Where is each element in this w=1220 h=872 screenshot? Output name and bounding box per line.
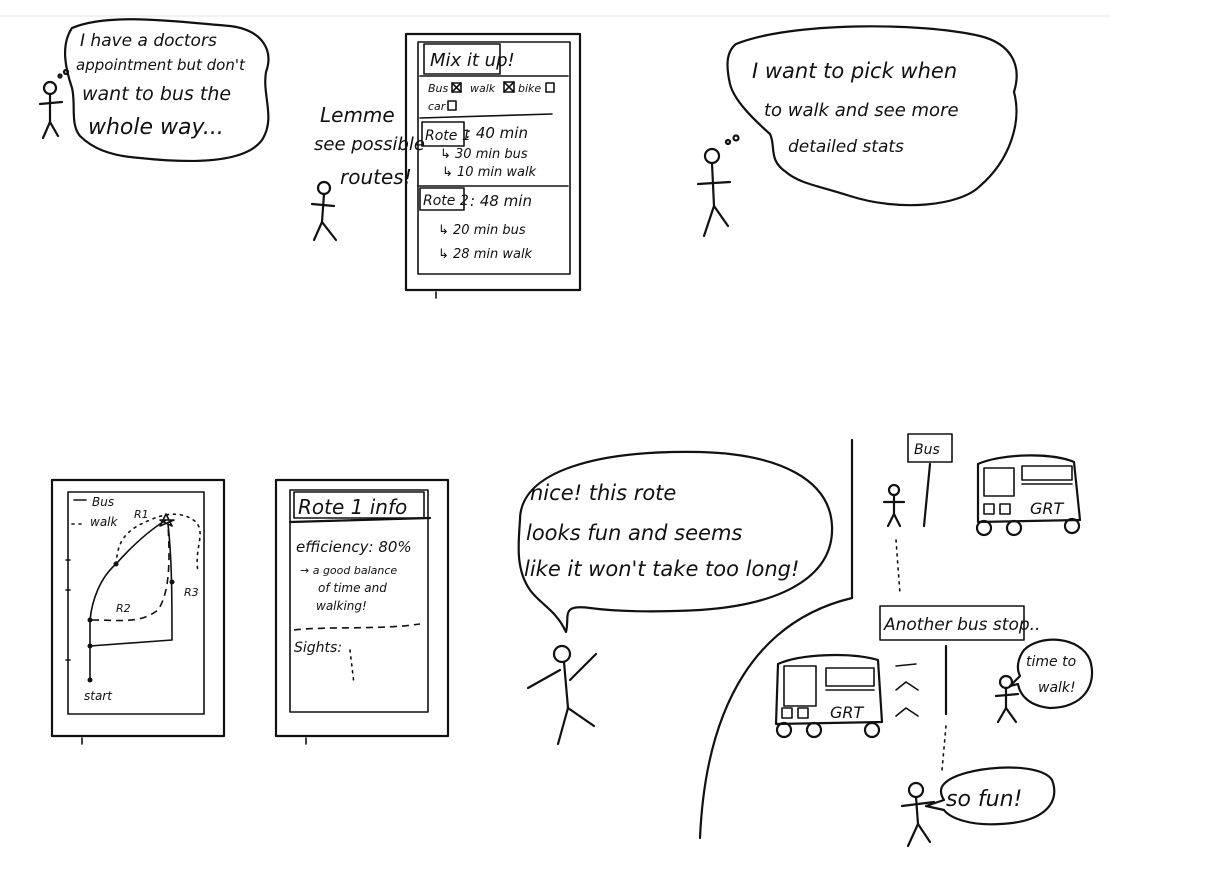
so-fun-label: so fun! (946, 787, 1022, 812)
speech-line: appointment but don't (76, 56, 246, 74)
route-1-detail: ↳ 30 min bus (440, 147, 528, 162)
storyboard-canvas: I have a doctors appointment but don't w… (0, 15, 1110, 848)
another-stop-label: Another bus stop.. (883, 615, 1040, 635)
legend-walk: walk (90, 515, 119, 529)
panel-border (698, 438, 854, 840)
panel-3: I want to pick when to walk and see more… (696, 25, 1018, 238)
bus-label: GRT (830, 703, 865, 722)
route-2-label: Rote 2 (423, 193, 469, 209)
stick-figure (882, 483, 906, 528)
efficiency-note: of time and (318, 581, 387, 595)
sights-label: Sights: (294, 640, 342, 656)
option-bike-label: bike (518, 82, 541, 95)
stick-figure (696, 134, 740, 238)
speech-bubble (1008, 638, 1094, 710)
route-info-title: Rote 1 info (298, 495, 407, 519)
route-1-total: : 40 min (466, 124, 528, 142)
route-1-detail: ↳ 10 min walk (442, 165, 537, 180)
map-legend: Bus walk (71, 495, 119, 529)
time-to-walk-line: walk! (1038, 680, 1076, 696)
panel-1: I have a doctors appointment but don't w… (38, 18, 270, 162)
bus-stop-sign: Bus (907, 433, 953, 528)
efficiency-stat: efficiency: 80% (296, 538, 412, 556)
panel-2: Lemme see possible routes! Mix it up! Bu… (310, 32, 582, 299)
thought-line: see possible (314, 134, 425, 155)
thought-line: Lemme (320, 103, 395, 127)
legend-bus: Bus (92, 495, 114, 509)
speech-line: whole way... (88, 115, 224, 140)
speech-line: I want to pick when (752, 59, 957, 83)
route-2-total: : 48 min (470, 192, 532, 210)
speech-line: want to bus the (82, 83, 231, 105)
car-checkbox[interactable] (447, 100, 457, 111)
route-1-item[interactable]: Rote 1 : 40 min ↳ 30 min bus ↳ 10 min wa… (421, 121, 537, 180)
walk-checkbox[interactable] (503, 81, 515, 93)
phone-mockup: Mix it up! Bus walk bike car Rote 1: 40… (404, 32, 582, 299)
route-label-r3: R3 (184, 586, 199, 599)
panel-6: nice! this rote looks fun and seems like… (517, 450, 834, 746)
panel-5: Rote 1 info efficiency: 80% → a good bal… (274, 478, 450, 745)
route-2-item[interactable]: Rote 2 : 48 min ↳ 20 min bus ↳ 28 min wa… (419, 187, 533, 262)
route-2-detail: ↳ 28 min walk (438, 247, 533, 262)
panel-4: Bus walk R1 R2 R3 start (50, 478, 226, 745)
stick-figure (526, 644, 598, 746)
time-to-walk-line: time to (1026, 654, 1076, 670)
option-car-label: car (428, 100, 447, 113)
stick-figure (38, 68, 70, 140)
speech-line: like it won't take too long! (524, 557, 799, 581)
bike-checkbox[interactable] (545, 82, 555, 93)
panel-7: Bus GRT Another bus stop.. GRT time to w… (698, 433, 1094, 848)
option-walk-label: walk (470, 82, 496, 95)
stick-figure (900, 781, 936, 848)
bus-drawing: GRT (975, 454, 1082, 537)
speech-line: nice! this rote (530, 481, 676, 505)
speech-line: looks fun and seems (526, 521, 742, 545)
stick-figure (310, 180, 338, 242)
route-label-r2: R2 (116, 602, 131, 615)
screen-title: Mix it up! (430, 50, 515, 71)
route-2-detail: ↳ 20 min bus (438, 223, 526, 238)
speech-line: to walk and see more (764, 100, 959, 121)
bus-checkbox[interactable] (451, 82, 462, 93)
speech-line: detailed stats (788, 137, 904, 157)
thought-line: routes! (340, 165, 412, 189)
route-label-r1: R1 (134, 508, 149, 521)
efficiency-note: → a good balance (300, 564, 397, 577)
efficiency-note: walking! (316, 599, 367, 613)
start-label: start (84, 689, 113, 703)
bus-label: GRT (1030, 499, 1065, 518)
bus-drawing: GRT (774, 654, 884, 739)
stick-figure (994, 674, 1020, 724)
route-1-label: Rote 1 (425, 128, 471, 144)
bus-sign-label: Bus (914, 442, 940, 458)
speech-line: I have a doctors (80, 31, 217, 51)
motion-lines (895, 663, 919, 717)
option-bus-label: Bus (428, 82, 449, 95)
